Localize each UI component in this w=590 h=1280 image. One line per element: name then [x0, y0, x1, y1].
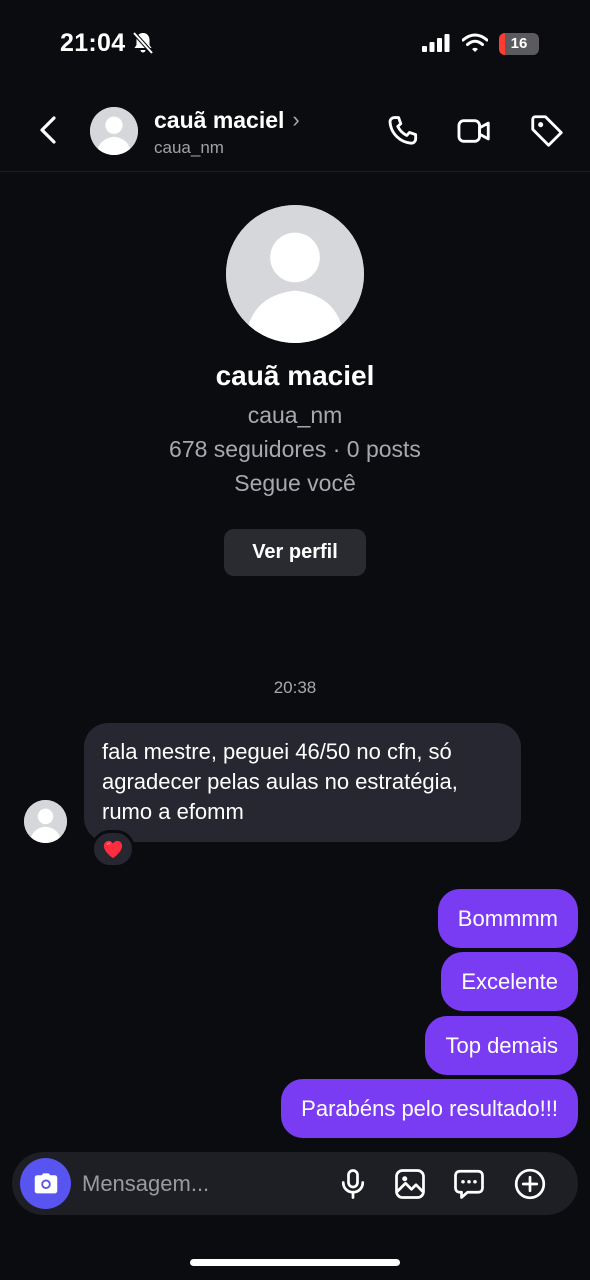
incoming-message[interactable]: fala mestre, peguei 46/50 no cfn, só agr…: [84, 723, 521, 842]
camera-icon: [34, 1172, 57, 1193]
outgoing-message[interactable]: Excelente: [441, 952, 578, 1011]
battery-level-text: 16: [510, 35, 528, 52]
signal-icon: [422, 34, 450, 52]
header-name-row[interactable]: cauã maciel ›: [154, 107, 300, 134]
view-profile-button[interactable]: Ver perfil: [224, 529, 366, 576]
gallery-icon[interactable]: [392, 1166, 428, 1202]
header-username: caua_nm: [154, 138, 224, 157]
camera-button[interactable]: [20, 1158, 71, 1209]
battery-icon: 16: [499, 33, 539, 55]
back-arrow-icon[interactable]: [30, 110, 66, 150]
sticker-icon[interactable]: [451, 1166, 487, 1202]
follow-status: Segue você: [234, 470, 356, 496]
profile-stats: 678 seguidores · 0 posts: [169, 436, 421, 462]
message-composer: [12, 1152, 578, 1215]
profile-username: caua_nm: [247, 402, 343, 428]
home-indicator[interactable]: [190, 1259, 400, 1266]
wifi-icon: [462, 33, 488, 53]
status-time: 21:04: [60, 29, 126, 57]
phone-icon[interactable]: [384, 112, 422, 150]
chat-header: cauã maciel › caua_nm: [0, 90, 590, 172]
status-bar: 21:04 16: [0, 0, 590, 90]
outgoing-message[interactable]: Parabéns pelo resultado!!!: [281, 1079, 578, 1138]
chevron-right-icon: ›: [292, 106, 300, 132]
message-input[interactable]: [82, 1152, 322, 1215]
header-avatar[interactable]: [90, 107, 138, 155]
heart-icon: [103, 840, 123, 859]
profile-name: cauã maciel: [215, 360, 375, 391]
message-timestamp: 20:38: [273, 678, 317, 697]
profile-avatar[interactable]: [226, 205, 364, 343]
heart-reaction[interactable]: [91, 830, 135, 868]
plus-icon[interactable]: [512, 1166, 548, 1202]
video-camera-icon[interactable]: [455, 112, 493, 150]
outgoing-message[interactable]: Bommmm: [437, 889, 578, 948]
microphone-icon[interactable]: [335, 1166, 371, 1202]
bell-muted-icon: [132, 31, 154, 55]
tag-icon[interactable]: [528, 112, 566, 150]
sender-avatar[interactable]: [24, 800, 67, 843]
header-name: cauã maciel: [154, 107, 285, 133]
outgoing-message[interactable]: Top demais: [425, 1016, 578, 1075]
